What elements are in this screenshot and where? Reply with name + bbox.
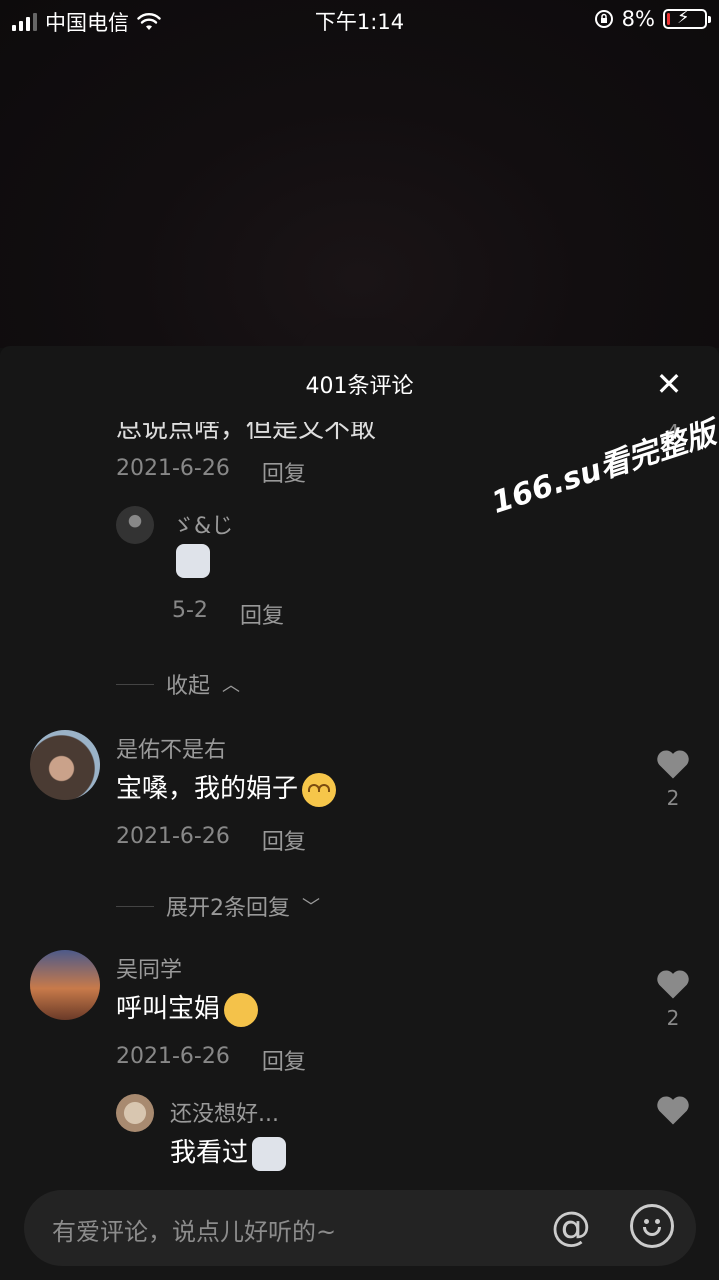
like-button[interactable]: 2 [655, 748, 691, 810]
heart-icon [657, 750, 689, 779]
avatar[interactable] [30, 950, 100, 1020]
comment-list[interactable]: 总说点啥，但是又不敢 4 2021-6-26 回复 ゞ&じ 5-2 回复 收起 … [0, 404, 719, 1176]
comment-author: 吴同学 [116, 958, 183, 983]
comment-author: 是佑不是右 [116, 738, 227, 763]
battery-fill [667, 13, 670, 25]
wolf-emoji-icon [252, 1136, 287, 1171]
comment-text: 总说点啥，但是又不敢 [116, 414, 377, 444]
avatar[interactable] [116, 1094, 154, 1132]
comment-date: 2021-6-26 [116, 1044, 230, 1069]
reply-author: 还没想好... [170, 1102, 279, 1127]
rotation-lock-icon [594, 10, 613, 28]
thinking-emoji-icon [224, 992, 259, 1027]
charging-icon: ⚡ [677, 7, 690, 28]
mention-button[interactable]: @ [546, 1202, 596, 1252]
comment-text: 呼叫宝娟 [116, 988, 259, 1027]
reply-button[interactable]: 回复 [262, 456, 306, 488]
comment-date: 2021-6-26 [116, 824, 230, 849]
chevron-up-icon: ︿ [222, 675, 241, 696]
comment-meta: 2021-6-26 回复 [116, 824, 306, 856]
smile-emoji-icon [302, 772, 337, 807]
avatar[interactable] [30, 730, 100, 800]
battery-percent: 8% [621, 7, 655, 31]
divider [116, 905, 154, 907]
comment-meta: 2021-6-26 回复 [116, 1044, 306, 1076]
reply-date: 5-2 [172, 598, 208, 623]
status-bar: 中国电信 下午1:14 8% ⚡ [0, 0, 719, 40]
reply-meta: 5-2 回复 [172, 598, 284, 630]
close-button[interactable]: ✕ [649, 364, 689, 404]
reply-text [172, 544, 210, 578]
like-button[interactable] [655, 1094, 691, 1126]
collapse-replies-button[interactable]: 收起 ︿ [116, 668, 240, 700]
heart-icon [657, 1096, 689, 1125]
comment-date: 2021-6-26 [116, 456, 230, 481]
reply-author: ゞ&じ [172, 514, 234, 539]
comment-input-placeholder: 有爱评论，说点儿好听的~ [52, 1218, 337, 1246]
divider [116, 683, 154, 685]
like-count: 2 [666, 1006, 680, 1030]
reply-button[interactable]: 回复 [262, 1044, 306, 1076]
chevron-down-icon: ﹀ [302, 897, 320, 918]
wolf-emoji-icon [176, 544, 210, 578]
reply-button[interactable]: 回复 [240, 598, 284, 630]
reply-text: 我看过 [170, 1132, 287, 1171]
emoji-mouth [643, 1227, 661, 1236]
comment-count-title: 401条评论 [305, 374, 414, 399]
comment-input[interactable]: 有爱评论，说点儿好听的~ @ [24, 1190, 696, 1266]
expand-label: 展开2条回复 [166, 896, 290, 921]
emoji-picker-icon[interactable] [630, 1204, 674, 1248]
video-background[interactable] [0, 0, 719, 358]
comment-input-bar: 有爱评论，说点儿好听的~ @ [0, 1176, 719, 1280]
battery-icon: ⚡ [663, 7, 711, 29]
comment-sheet: 401条评论 ✕ 总说点啥，但是又不敢 4 2021-6-26 回复 ゞ&じ 5… [0, 346, 719, 1280]
reply-button[interactable]: 回复 [262, 824, 306, 856]
comment-text: 宝嗓，我的娟子 [116, 768, 337, 807]
like-count: 2 [666, 786, 680, 810]
expand-replies-button[interactable]: 展开2条回复 ﹀ [116, 890, 320, 922]
collapse-label: 收起 [166, 674, 211, 699]
like-button[interactable]: 2 [655, 968, 691, 1030]
comment-meta: 2021-6-26 回复 [116, 456, 306, 488]
avatar[interactable] [116, 506, 154, 544]
heart-icon [657, 970, 689, 999]
